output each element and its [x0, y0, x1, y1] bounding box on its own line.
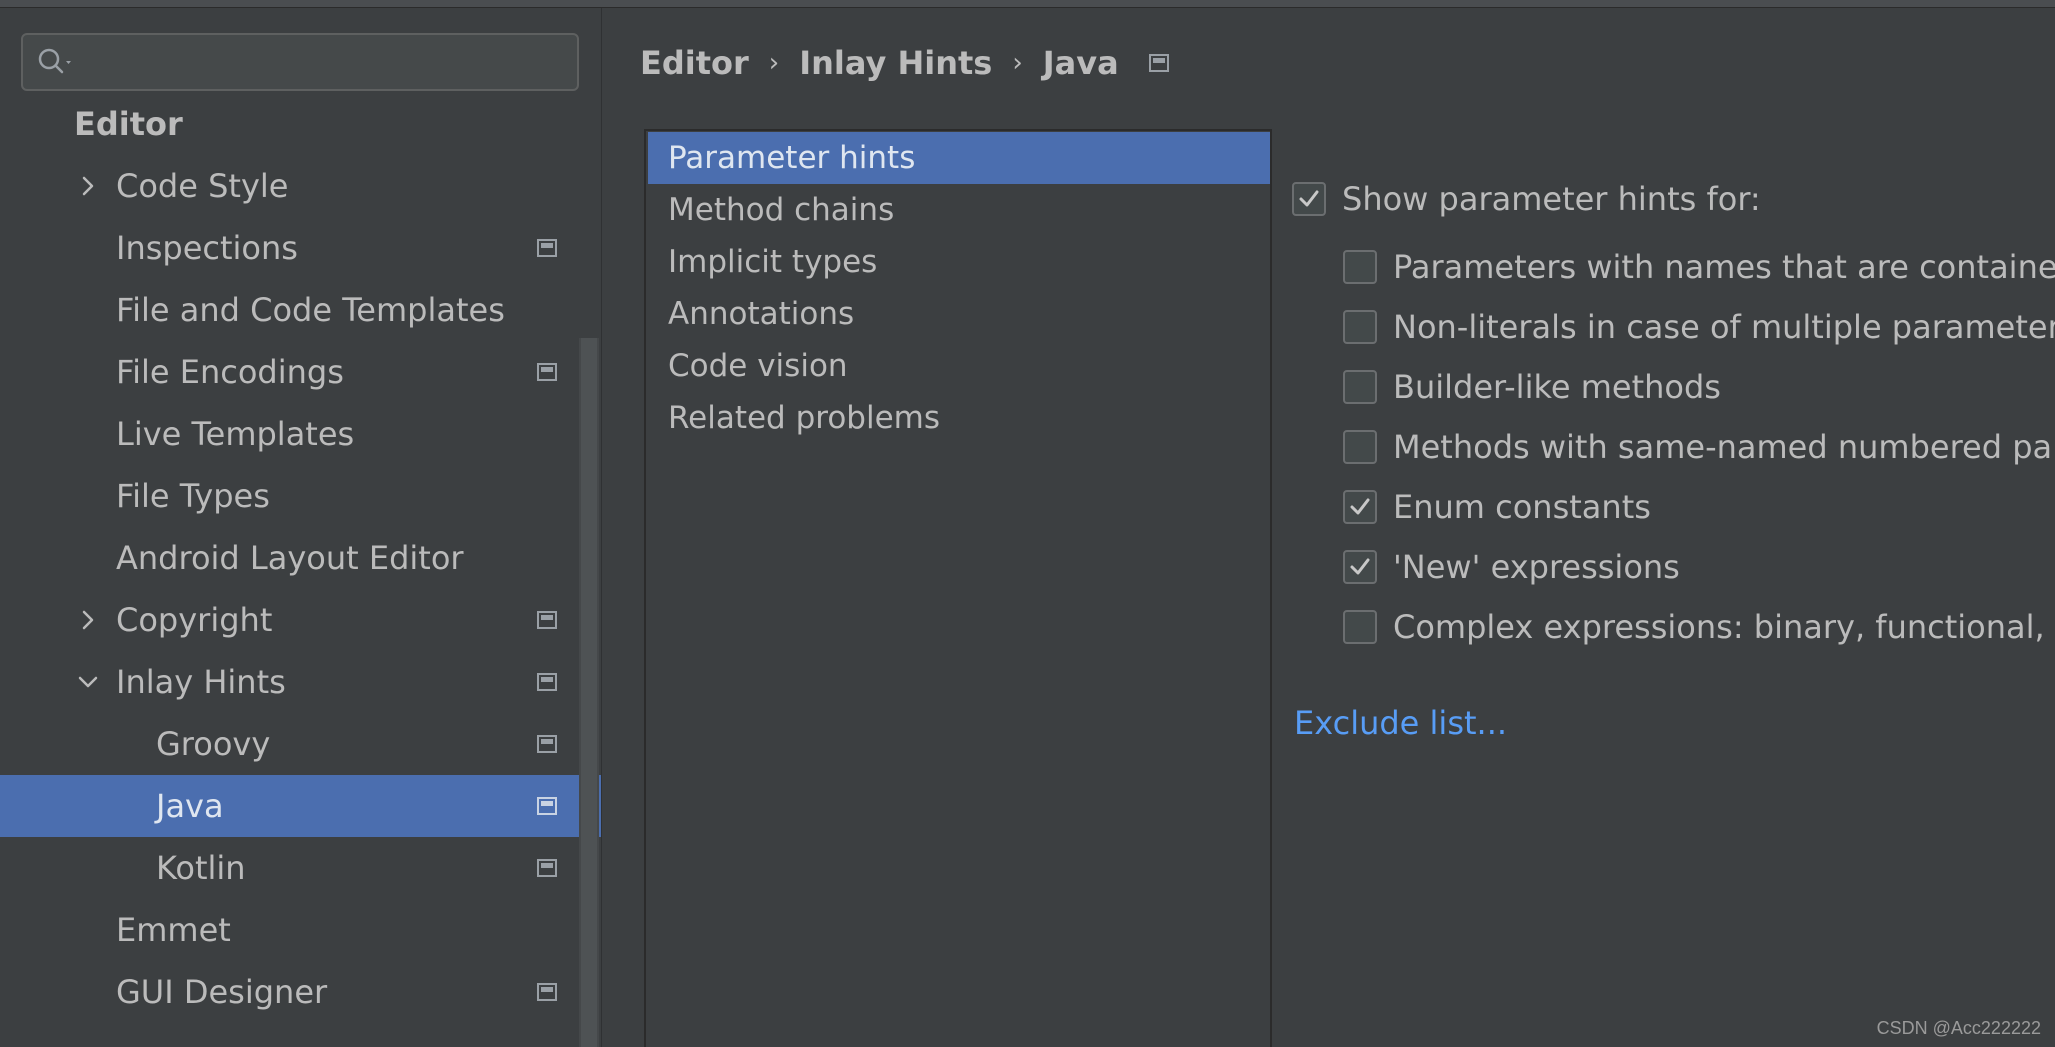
sidebar-item-live-templates[interactable]: Live Templates — [0, 403, 601, 465]
sidebar-item-file-and-code-templates[interactable]: File and Code Templates — [0, 279, 601, 341]
search-box[interactable] — [21, 33, 579, 91]
sidebar-item-android-layout-editor[interactable]: Android Layout Editor — [0, 527, 601, 589]
sidebar-item-groovy[interactable]: Groovy — [0, 713, 601, 775]
project-scope-icon — [537, 797, 557, 815]
sidebar-item-label: Copyright — [116, 601, 273, 639]
option-label: Complex expressions: binary, functional,… — [1393, 608, 2055, 646]
project-scope-icon — [537, 611, 557, 629]
breadcrumb-item-editor[interactable]: Editor — [640, 44, 749, 82]
settings-sidebar: Editor Code Style Inspections File and Cod… — [0, 8, 601, 1047]
hint-type-label: Code vision — [668, 348, 848, 384]
sidebar-item-label: Code Style — [116, 167, 289, 205]
option-label: Enum constants — [1393, 488, 1651, 526]
settings-window: Editor Code Style Inspections File and Cod… — [0, 0, 2055, 1047]
hint-type-parameter-hints[interactable]: Parameter hints — [648, 132, 1270, 184]
hint-type-method-chains[interactable]: Method chains — [648, 184, 1270, 236]
sidebar-item-inspections[interactable]: Inspections — [0, 217, 601, 279]
checkmark-icon — [1299, 190, 1319, 207]
sidebar-item-label: GUI Designer — [116, 973, 328, 1011]
sidebar-item-label: Live Templates — [116, 415, 355, 453]
sidebar-item-label: File Types — [116, 477, 270, 515]
project-scope-icon — [537, 859, 557, 877]
project-scope-icon — [537, 735, 557, 753]
option-label: Non-literals in case of multiple paramet… — [1393, 308, 2055, 346]
hint-type-label: Related problems — [668, 400, 941, 436]
option-label: Builder-like methods — [1393, 368, 1721, 406]
sidebar-item-label: File Encodings — [116, 353, 344, 391]
search-input[interactable] — [87, 43, 561, 83]
sidebar-item-label: Emmet — [116, 911, 231, 949]
breadcrumb-item-inlay-hints[interactable]: Inlay Hints — [799, 44, 992, 82]
sidebar-item-label: Groovy — [156, 725, 271, 763]
parameter-hints-settings: Show parameter hints for: Parameters wit… — [1292, 129, 2055, 1047]
hint-type-code-vision[interactable]: Code vision — [648, 340, 1270, 392]
hint-type-annotations[interactable]: Annotations — [648, 288, 1270, 340]
option-label: 'New' expressions — [1393, 548, 1680, 586]
breadcrumb-separator: › — [1012, 48, 1023, 78]
sidebar-item-code-style[interactable]: Code Style — [0, 155, 601, 217]
sidebar-item-inlay-hints[interactable]: Inlay Hints — [0, 651, 601, 713]
project-scope-icon — [1148, 54, 1169, 72]
watermark: CSDN @Acc222222 — [1876, 1018, 2041, 1038]
breadcrumb-item-java: Java — [1042, 44, 1119, 82]
project-scope-icon — [537, 673, 557, 691]
option-checkbox[interactable] — [1343, 490, 1377, 524]
option-checkbox[interactable] — [1343, 250, 1377, 284]
sidebar-item-gui-designer[interactable]: GUI Designer — [0, 961, 601, 1023]
chevron-right-icon[interactable] — [76, 608, 100, 632]
checkmark-icon — [1350, 558, 1370, 575]
hint-type-related-problems[interactable]: Related problems — [648, 392, 1270, 444]
sidebar-item-label: Kotlin — [156, 849, 246, 887]
chevron-down-icon[interactable] — [76, 670, 100, 694]
sidebar-item-emmet[interactable]: Emmet — [0, 899, 601, 961]
chevron-right-icon[interactable] — [76, 174, 100, 198]
sidebar-scrollbar-thumb[interactable] — [581, 338, 597, 1047]
sidebar-item-label: Java — [156, 787, 224, 825]
sidebar-item-java[interactable]: Java — [0, 775, 601, 837]
sidebar-item-copyright[interactable]: Copyright — [0, 589, 601, 651]
show-parameter-hints-label: Show parameter hints for: — [1342, 180, 1761, 218]
sidebar-item-file-encodings[interactable]: File Encodings — [0, 341, 601, 403]
hint-type-implicit-types[interactable]: Implicit types — [648, 236, 1270, 288]
project-scope-icon — [537, 239, 557, 257]
breadcrumb: Editor › Inlay Hints › Java — [640, 38, 1169, 88]
sidebar-section-editor[interactable]: Editor — [0, 93, 601, 155]
option-checkbox[interactable] — [1343, 430, 1377, 464]
hint-type-label: Annotations — [668, 296, 855, 332]
option-checkbox[interactable] — [1343, 370, 1377, 404]
hint-type-label: Implicit types — [668, 244, 878, 280]
sidebar-item-label: Inspections — [116, 229, 298, 267]
sidebar-item-kotlin[interactable]: Kotlin — [0, 837, 601, 899]
project-scope-icon — [537, 363, 557, 381]
option-checkbox[interactable] — [1343, 310, 1377, 344]
sidebar-item-file-types[interactable]: File Types — [0, 465, 601, 527]
sidebar-section-title: Editor — [74, 105, 183, 143]
option-label: Methods with same-named numbered para — [1393, 428, 2055, 466]
option-label: Parameters with names that are contained — [1393, 248, 2055, 286]
hint-type-label: Parameter hints — [668, 140, 916, 176]
breadcrumb-separator: › — [768, 48, 780, 78]
sidebar-item-label: Inlay Hints — [116, 663, 286, 701]
search-icon[interactable] — [37, 47, 77, 77]
checkmark-icon — [1350, 498, 1370, 515]
project-scope-icon — [537, 983, 557, 1001]
window-top-border — [0, 0, 2055, 8]
option-checkbox[interactable] — [1343, 610, 1377, 644]
option-checkbox[interactable] — [1343, 550, 1377, 584]
sidebar-item-label: File and Code Templates — [116, 291, 505, 329]
exclude-list-link[interactable]: Exclude list... — [1294, 704, 1507, 742]
show-parameter-hints-checkbox[interactable] — [1292, 182, 1326, 216]
inlay-hint-type-list: Parameter hints Method chains Implicit typ… — [644, 129, 1272, 1047]
settings-main-panel: Editor › Inlay Hints › Java Parameter hi… — [602, 8, 2055, 1047]
sidebar-item-label: Android Layout Editor — [116, 539, 464, 577]
hint-type-label: Method chains — [668, 192, 895, 228]
